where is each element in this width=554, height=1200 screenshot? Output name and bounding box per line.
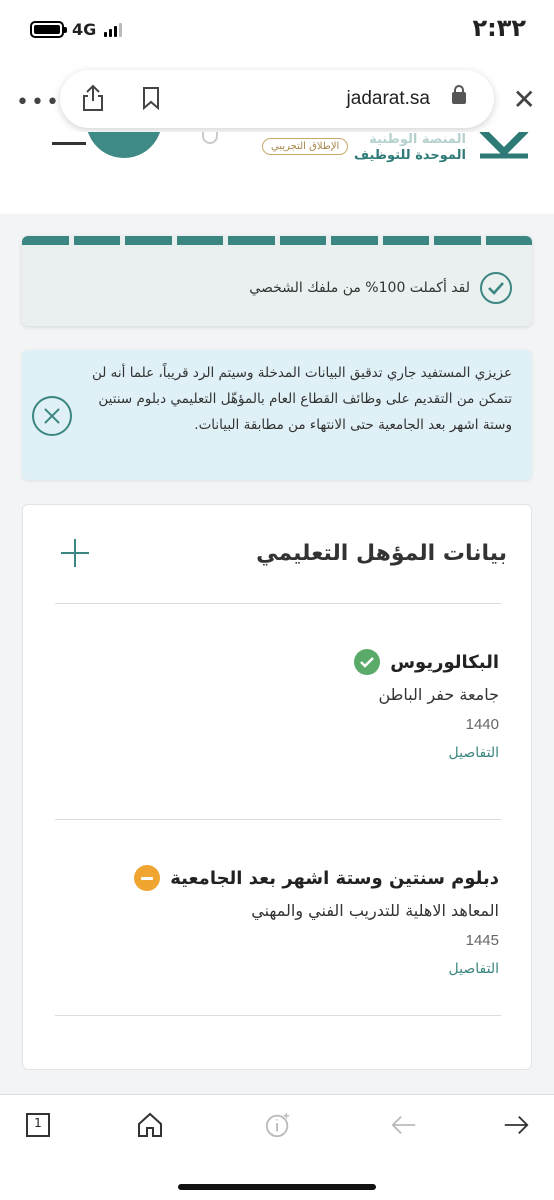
clock: ٢:٣٢ <box>472 14 526 42</box>
notice-text: عزيزي المستفيد جاري تدقيق البيانات المدخ… <box>91 365 512 433</box>
section-title: بيانات المؤهل التعليمي <box>256 541 507 566</box>
avatar[interactable] <box>86 132 162 158</box>
verified-badge-icon <box>354 649 381 675</box>
lock-icon <box>452 85 466 104</box>
qualification-year: 1445 <box>465 932 499 949</box>
share-icon[interactable] <box>82 84 104 112</box>
status-indicators: 4G <box>30 20 123 39</box>
url-text: jadarat.sa <box>346 88 430 109</box>
qualification-institution: المعاهد الاهلية للتدريب الفني والمهني <box>251 901 499 920</box>
qualification-item: دبلوم سنتين وستة اشهر بعد الجامعية المعا… <box>59 865 499 977</box>
brand-line-1: المنصة الوطنية <box>369 132 466 147</box>
close-circle-icon[interactable] <box>32 396 72 436</box>
progress-bar <box>22 236 532 245</box>
education-section: بيانات المؤهل التعليمي البكالوريوس جامعة… <box>22 504 532 1070</box>
tabs-button[interactable]: 1 <box>24 1111 52 1139</box>
brand-name: المنصة الوطنية الموحدة للتوظيف <box>354 132 466 164</box>
more-options-icon[interactable]: ••• <box>16 90 61 115</box>
bottom-toolbar: 1 <box>0 1094 554 1200</box>
notification-icon[interactable] <box>202 132 218 144</box>
details-link[interactable]: التفاصيل <box>449 745 499 761</box>
verification-notice: عزيزي المستفيد جاري تدقيق البيانات المدخ… <box>22 350 532 480</box>
add-qualification-button[interactable] <box>61 539 89 567</box>
network-label: 4G <box>72 20 97 39</box>
divider <box>55 819 501 820</box>
bookmark-icon[interactable] <box>142 86 160 110</box>
qualification-item: البكالوريوس جامعة حفر الباطن 1440 التفاص… <box>59 649 499 761</box>
address-bar[interactable]: jadarat.sa <box>60 70 494 128</box>
back-arrow-icon[interactable] <box>390 1111 418 1139</box>
qualification-name: البكالوريوس <box>390 651 499 673</box>
signal-icon <box>104 22 123 37</box>
divider <box>55 1015 501 1016</box>
details-link[interactable]: التفاصيل <box>449 961 499 977</box>
divider <box>55 603 501 604</box>
site-header: الإطلاق التجريبي المنصة الوطنية الموحدة … <box>0 132 554 214</box>
home-icon[interactable] <box>136 1111 164 1139</box>
logo-icon <box>479 132 529 159</box>
menu-icon[interactable] <box>52 142 86 145</box>
qualification-year: 1440 <box>465 716 499 733</box>
qualification-name: دبلوم سنتين وستة اشهر بعد الجامعية <box>170 867 499 889</box>
pending-badge-icon <box>134 865 161 891</box>
forward-arrow-icon[interactable] <box>502 1111 530 1139</box>
status-bar: 4G ٢:٣٢ <box>0 0 554 60</box>
progress-message: لقد أكملت 100% من ملفك الشخصي <box>249 280 470 296</box>
main-content: لقد أكملت 100% من ملفك الشخصي عزيزي المس… <box>0 214 554 1094</box>
browser-toolbar: ••• jadarat.sa ✕ <box>0 62 554 138</box>
beta-badge: الإطلاق التجريبي <box>262 138 349 155</box>
profile-progress-card: لقد أكملت 100% من ملفك الشخصي <box>22 236 532 326</box>
home-indicator <box>178 1184 376 1190</box>
tab-count: 1 <box>34 1116 42 1130</box>
info-sparkle-icon[interactable] <box>264 1111 292 1139</box>
check-circle-icon <box>480 272 512 304</box>
close-icon[interactable]: ✕ <box>513 86 536 114</box>
brand-line-2: الموحدة للتوظيف <box>354 148 466 163</box>
battery-icon <box>30 21 67 38</box>
qualification-institution: جامعة حفر الباطن <box>378 685 499 704</box>
